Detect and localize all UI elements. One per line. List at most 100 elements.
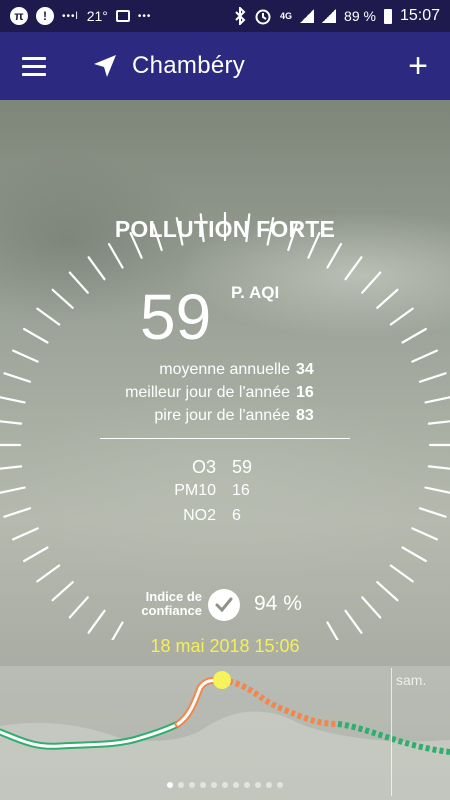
aqi-value: 59	[140, 281, 212, 353]
dial-tick	[376, 581, 399, 602]
dial-tick	[12, 349, 39, 363]
dial-tick	[0, 420, 23, 425]
dial-tick	[3, 372, 32, 383]
page-dot[interactable]	[244, 782, 250, 788]
city-title[interactable]: Chambéry	[132, 52, 245, 80]
forecast-line-past-high-inner	[176, 678, 224, 726]
dial-tick	[326, 243, 343, 269]
add-city-button[interactable]: +	[408, 49, 428, 83]
day-label-saturday: sam.	[396, 672, 427, 688]
pollution-headline: POLLUTION FORTE	[114, 216, 336, 242]
dial-tick	[68, 271, 89, 294]
dial-tick	[3, 507, 32, 518]
dial-tick	[376, 288, 399, 309]
pollutant-name-no2: NO2	[183, 507, 216, 524]
stat-best-day: meilleur jour de l'année 16	[125, 384, 316, 402]
page-dot[interactable]	[277, 782, 283, 788]
page-dot[interactable]	[178, 782, 184, 788]
pollutant-value-no2: 6	[232, 507, 241, 524]
stat-worst-day: pire jour de l'année 83	[154, 407, 316, 425]
hamburger-menu-icon[interactable]	[22, 56, 46, 76]
aqi-unit: P. AQI	[231, 283, 280, 302]
forecast-cursor	[213, 671, 231, 689]
battery-icon	[383, 8, 392, 24]
page-dot[interactable]	[167, 782, 173, 788]
dial-tick	[12, 527, 39, 541]
dial-tick	[361, 596, 382, 619]
dial-tick	[23, 327, 49, 344]
dial-tick	[361, 271, 382, 294]
page-dot[interactable]	[222, 782, 228, 788]
page-dot[interactable]	[211, 782, 217, 788]
page-dot[interactable]	[255, 782, 261, 788]
dial-tick	[389, 307, 414, 326]
dial-tick	[418, 372, 447, 383]
dial-tick	[0, 396, 26, 404]
dial-tick	[87, 256, 106, 281]
dial-tick	[418, 507, 447, 518]
network-type: 4G	[280, 11, 293, 21]
day-divider	[391, 668, 392, 796]
status-left: π ! •••l 21° •••	[10, 7, 151, 25]
stat-value: 83	[296, 407, 314, 424]
confidence-value: 94 %	[254, 592, 302, 615]
alert-icon: !	[36, 7, 54, 25]
dial-tick	[344, 256, 363, 281]
page-dot[interactable]	[266, 782, 272, 788]
checkmark-icon[interactable]	[208, 589, 240, 621]
dial-tick	[87, 609, 106, 634]
dial-tick	[0, 465, 23, 470]
bluetooth-icon	[235, 7, 246, 25]
page-dot[interactable]	[200, 782, 206, 788]
dial-tick	[411, 349, 438, 363]
dial-tick	[36, 564, 61, 583]
alarm-icon	[255, 9, 271, 25]
dial-tick	[51, 581, 74, 602]
dial-tick	[427, 465, 450, 470]
pollutant-name-pm10: PM10	[174, 482, 216, 499]
stat-value: 34	[296, 361, 314, 378]
more-notifications: •••	[137, 10, 152, 22]
temperature: 21°	[86, 8, 108, 24]
dial-tick	[68, 596, 89, 619]
image-icon	[115, 10, 130, 22]
status-bar: π ! •••l 21° ••• 4G 89 % 15:07	[0, 0, 450, 32]
page-dot[interactable]	[189, 782, 195, 788]
page-dot[interactable]	[233, 782, 239, 788]
clock: 15:07	[399, 7, 440, 24]
status-right: 4G 89 % 15:07	[234, 7, 440, 25]
carrier-dots: •••l	[62, 10, 79, 22]
dial-tick	[344, 609, 363, 634]
dial-tick	[424, 396, 450, 404]
dial-tick	[23, 546, 49, 563]
page-indicator[interactable]	[0, 782, 450, 788]
pollutant-name-o3: O3	[191, 457, 216, 477]
forecast-chart[interactable]	[0, 666, 450, 800]
dial-tick	[0, 486, 26, 494]
stat-value: 16	[296, 384, 314, 401]
dial-tick	[401, 546, 427, 563]
pollutant-value-pm10: 16	[232, 482, 250, 499]
dial-tick	[427, 420, 450, 425]
dial-tick	[424, 486, 450, 494]
dial-tick	[389, 564, 414, 583]
location-arrow-icon[interactable]	[92, 53, 118, 79]
signal-icon	[300, 9, 315, 23]
pollutant-value-o3: 59	[232, 457, 253, 477]
signal-icon-2	[322, 9, 337, 23]
pi-icon: π	[10, 7, 28, 25]
forecast-date: 18 mai 2018 15:06	[150, 636, 300, 656]
dial-tick	[107, 243, 124, 269]
confidence-label: Indice de confiance	[141, 589, 202, 618]
stat-annual-average: moyenne annuelle 34	[159, 361, 316, 379]
dial-tick	[411, 527, 438, 541]
app-bar: Chambéry +	[0, 32, 450, 100]
divider	[100, 438, 350, 439]
battery-percent: 89 %	[344, 8, 376, 24]
dial-tick	[36, 307, 61, 326]
stat-label: moyenne annuelle	[159, 361, 290, 378]
stat-label: pire jour de l'année	[154, 407, 290, 424]
dial-tick	[51, 288, 74, 309]
stat-label: meilleur jour de l'année	[125, 384, 290, 401]
dial-tick	[401, 327, 427, 344]
